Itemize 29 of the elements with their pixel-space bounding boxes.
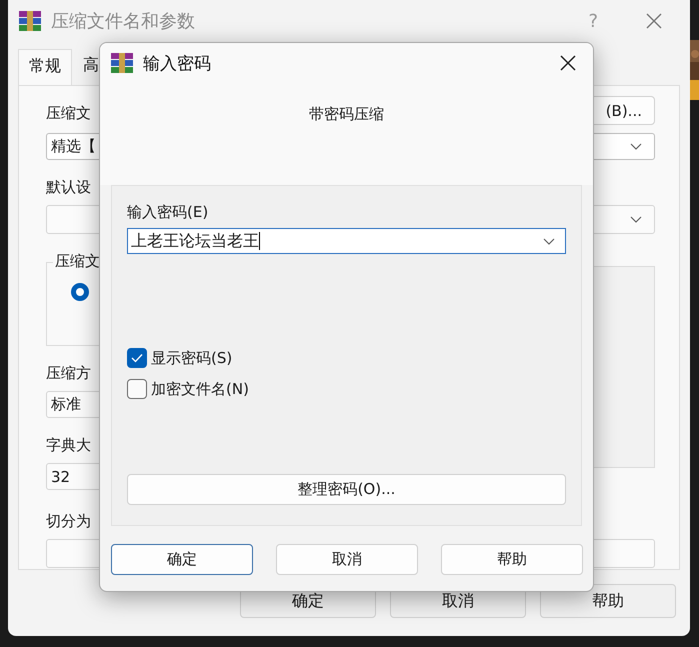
organize-passwords-button[interactable]: 整理密码(O)...	[127, 474, 566, 505]
window-title: 压缩文件名和参数	[51, 10, 195, 33]
dialog-button[interactable]: 确定	[111, 544, 253, 575]
checkbox-label[interactable]: 加密文件名(N)	[151, 380, 249, 398]
close-icon[interactable]	[560, 55, 576, 71]
checkbox[interactable]	[127, 348, 147, 368]
password-field[interactable]: 上老王论坛当老王	[127, 228, 566, 254]
field-label: 输入密码(E)	[127, 203, 208, 222]
group-label: 压缩文	[53, 252, 102, 271]
field-label: 压缩方	[46, 364, 91, 383]
radio-button[interactable]	[71, 283, 89, 301]
chevron-down-icon	[630, 143, 642, 150]
field-label: 压缩文	[46, 104, 91, 123]
field-label: 默认设	[46, 178, 91, 197]
checkmark-icon	[131, 353, 143, 363]
archive-books-icon	[111, 53, 133, 73]
tab[interactable]: 常规	[18, 49, 72, 85]
archive-books-icon	[19, 11, 41, 31]
dialog-button[interactable]: 帮助	[441, 544, 583, 575]
checkbox-label[interactable]: 显示密码(S)	[151, 348, 232, 368]
checkbox[interactable]	[127, 379, 147, 399]
dialog-button[interactable]: 取消	[276, 544, 418, 575]
chevron-down-icon	[543, 238, 555, 244]
field-label: 切分为	[46, 512, 91, 531]
field-label: 字典大	[46, 436, 91, 455]
chevron-down-icon	[630, 216, 642, 223]
dialog-title: 输入密码	[143, 52, 211, 74]
dialog-heading: 带密码压缩	[309, 105, 384, 125]
dialog-button[interactable]: 帮助	[540, 584, 676, 618]
